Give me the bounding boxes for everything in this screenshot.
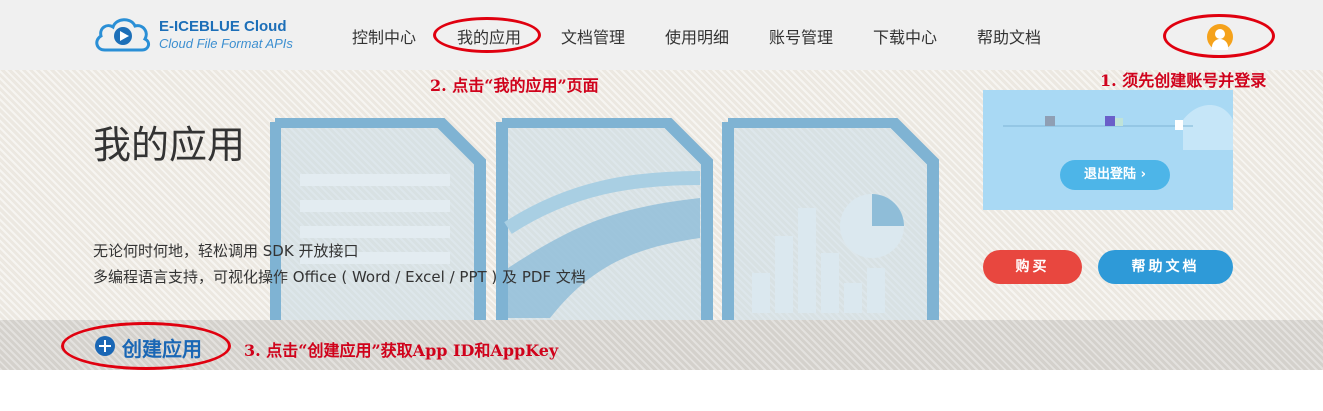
nav-item-doc-management[interactable]: 文档管理 — [561, 24, 625, 48]
nav-item-download-center[interactable]: 下载中心 — [873, 24, 937, 48]
buy-button[interactable]: 购买 — [983, 250, 1082, 284]
hero-banner: 我的应用 无论何时何地，轻松调用 SDK 开放接口 多编程语言支持，可视化操作 … — [0, 70, 1323, 320]
nav-item-account-management[interactable]: 账号管理 — [769, 24, 833, 48]
help-docs-button[interactable]: 帮助文档 — [1098, 250, 1233, 284]
document-chart-graphic — [722, 118, 939, 320]
document-text-graphic — [270, 118, 486, 320]
nav-item-control-center[interactable]: 控制中心 — [352, 24, 416, 48]
brand-logo[interactable]: E-ICEBLUE Cloud Cloud File Format APIs — [93, 14, 303, 56]
profile-banner-graphic — [983, 90, 1233, 210]
brand-subtitle: Cloud File Format APIs — [159, 36, 293, 51]
brand-title: E-ICEBLUE Cloud — [159, 18, 287, 35]
annotation-step3: 3. 点击“创建应用”获取App ID和AppKey — [244, 341, 559, 360]
nav-item-usage-details[interactable]: 使用明细 — [665, 24, 729, 48]
top-nav-bar: E-ICEBLUE Cloud Cloud File Format APIs 控… — [0, 0, 1323, 70]
create-app-label: 创建应用 — [122, 337, 202, 361]
annotation-step2: 2. 点击“我的应用”页面 — [430, 76, 599, 95]
user-avatar-icon[interactable] — [1207, 24, 1233, 50]
page-title: 我的应用 — [93, 123, 246, 167]
nav-item-my-apps[interactable]: 我的应用 — [457, 24, 521, 48]
nav-item-help-docs[interactable]: 帮助文档 — [977, 24, 1041, 48]
logout-button[interactable]: 退出登陆 › — [1060, 160, 1170, 190]
documents-illustration — [270, 118, 939, 320]
annotation-step1: 1. 须先创建账号并登录 — [1100, 71, 1267, 90]
document-image-graphic — [496, 118, 713, 320]
cloud-play-logo-icon — [95, 18, 151, 52]
hero-description-line2: 多编程语言支持，可视化操作 Office ( Word / Excel / PP… — [93, 268, 586, 286]
plus-circle-icon — [95, 336, 115, 356]
user-profile-card — [983, 90, 1233, 210]
hero-description-line1: 无论何时何地，轻松调用 SDK 开放接口 — [93, 242, 359, 260]
